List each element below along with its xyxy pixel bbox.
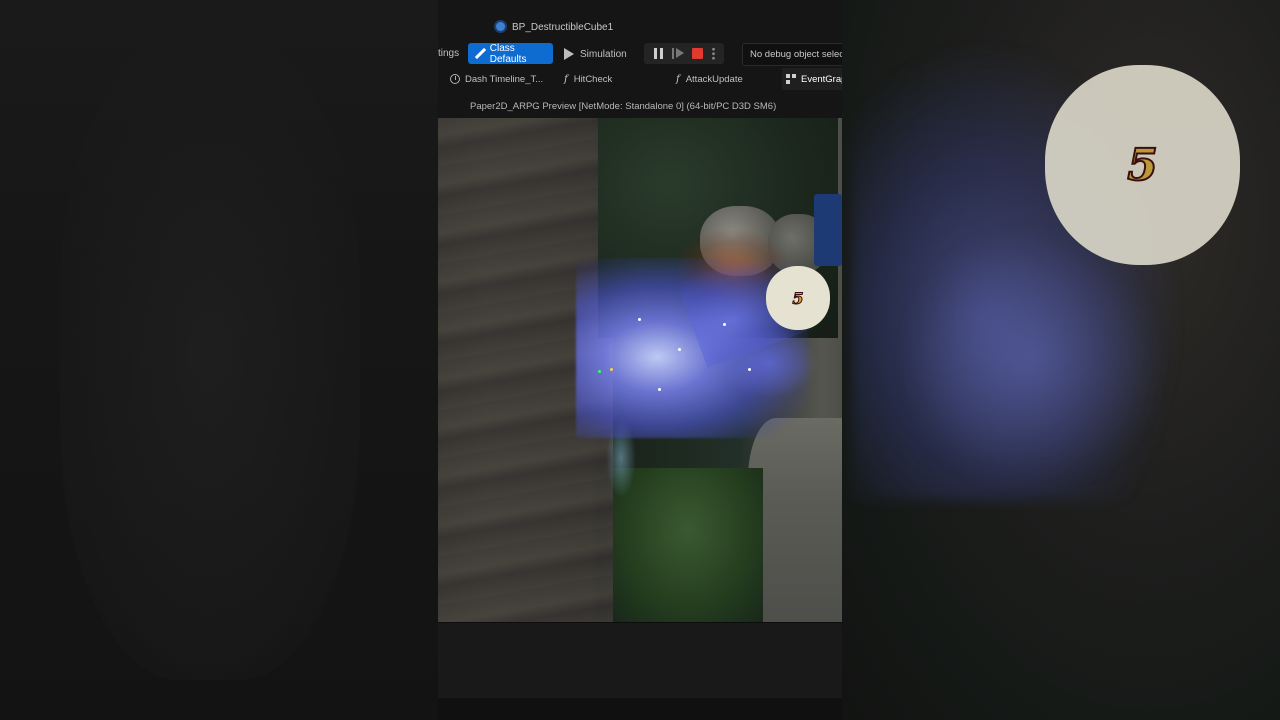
viewport-title: Paper2D_ARPG Preview [NetMode: Standalon… bbox=[470, 101, 777, 112]
title-bar: BP_DestructibleCube1 bbox=[438, 0, 842, 40]
debug-object-select[interactable]: No debug object selecte bbox=[742, 43, 842, 66]
event-graph-icon bbox=[786, 74, 796, 84]
left-blurred-background bbox=[0, 0, 438, 720]
tab-eventgraph[interactable]: EventGrap bbox=[782, 68, 842, 90]
toolbar: tings Class Defaults Simulation No debug… bbox=[438, 41, 842, 66]
tab-label: Dash Timeline_T... bbox=[465, 73, 544, 85]
simulation-button[interactable]: Simulation bbox=[564, 45, 627, 63]
tab-dash-timeline[interactable]: Dash Timeline_T... bbox=[450, 68, 543, 90]
stop-icon[interactable] bbox=[692, 48, 703, 59]
white-spark bbox=[748, 368, 751, 371]
yellow-spark bbox=[610, 368, 613, 371]
damage-number: 5 bbox=[792, 288, 804, 308]
function-icon: f bbox=[564, 73, 568, 85]
pause-icon[interactable] bbox=[654, 48, 663, 59]
tab-attackupdate[interactable]: f AttackUpdate bbox=[676, 68, 743, 90]
green-spark bbox=[598, 370, 601, 373]
tab-label: HitCheck bbox=[573, 73, 613, 85]
viewport-header: Paper2D_ARPG Preview [NetMode: Standalon… bbox=[438, 96, 842, 118]
white-spark bbox=[678, 348, 681, 351]
asset-title: BP_DestructibleCube1 bbox=[512, 22, 614, 33]
simulation-label: Simulation bbox=[580, 48, 627, 60]
right-blurred-background: 5 bbox=[842, 0, 1280, 720]
blurred-flame-glow bbox=[902, 230, 1162, 490]
play-icon bbox=[564, 48, 574, 60]
step-forward-icon[interactable] bbox=[672, 48, 684, 59]
game-viewport[interactable]: 5 bbox=[438, 118, 842, 622]
tab-label: EventGrap bbox=[801, 73, 842, 85]
white-spark bbox=[638, 318, 641, 321]
clock-icon bbox=[450, 74, 460, 84]
function-icon: f bbox=[676, 73, 680, 85]
blueprint-icon bbox=[496, 22, 505, 31]
tab-label: AttackUpdate bbox=[685, 73, 743, 85]
white-spark bbox=[723, 323, 726, 326]
destructible-cube bbox=[814, 194, 842, 266]
graph-tabs: Dash Timeline_T... f HitCheck f AttackUp… bbox=[438, 68, 842, 90]
pencil-icon bbox=[474, 48, 486, 60]
blue-flame-lower bbox=[718, 328, 818, 398]
class-defaults-label: Class Defaults bbox=[489, 42, 527, 65]
more-options-icon[interactable] bbox=[712, 47, 715, 60]
tab-hitcheck[interactable]: f HitCheck bbox=[564, 68, 612, 90]
blurred-rock bbox=[60, 40, 360, 680]
white-spark bbox=[658, 388, 661, 391]
damage-number-badge: 5 bbox=[766, 266, 830, 330]
status-bar bbox=[438, 698, 842, 720]
class-settings-button[interactable]: tings bbox=[438, 48, 459, 59]
class-defaults-button[interactable]: Class Defaults bbox=[468, 42, 553, 65]
blurred-damage-badge: 5 bbox=[1045, 65, 1240, 265]
blurred-damage-number: 5 bbox=[1126, 139, 1159, 192]
bottom-panel bbox=[438, 622, 842, 699]
blueprint-editor-panel: BP_DestructibleCube1 tings Class Default… bbox=[438, 0, 842, 720]
play-controls bbox=[644, 43, 724, 64]
